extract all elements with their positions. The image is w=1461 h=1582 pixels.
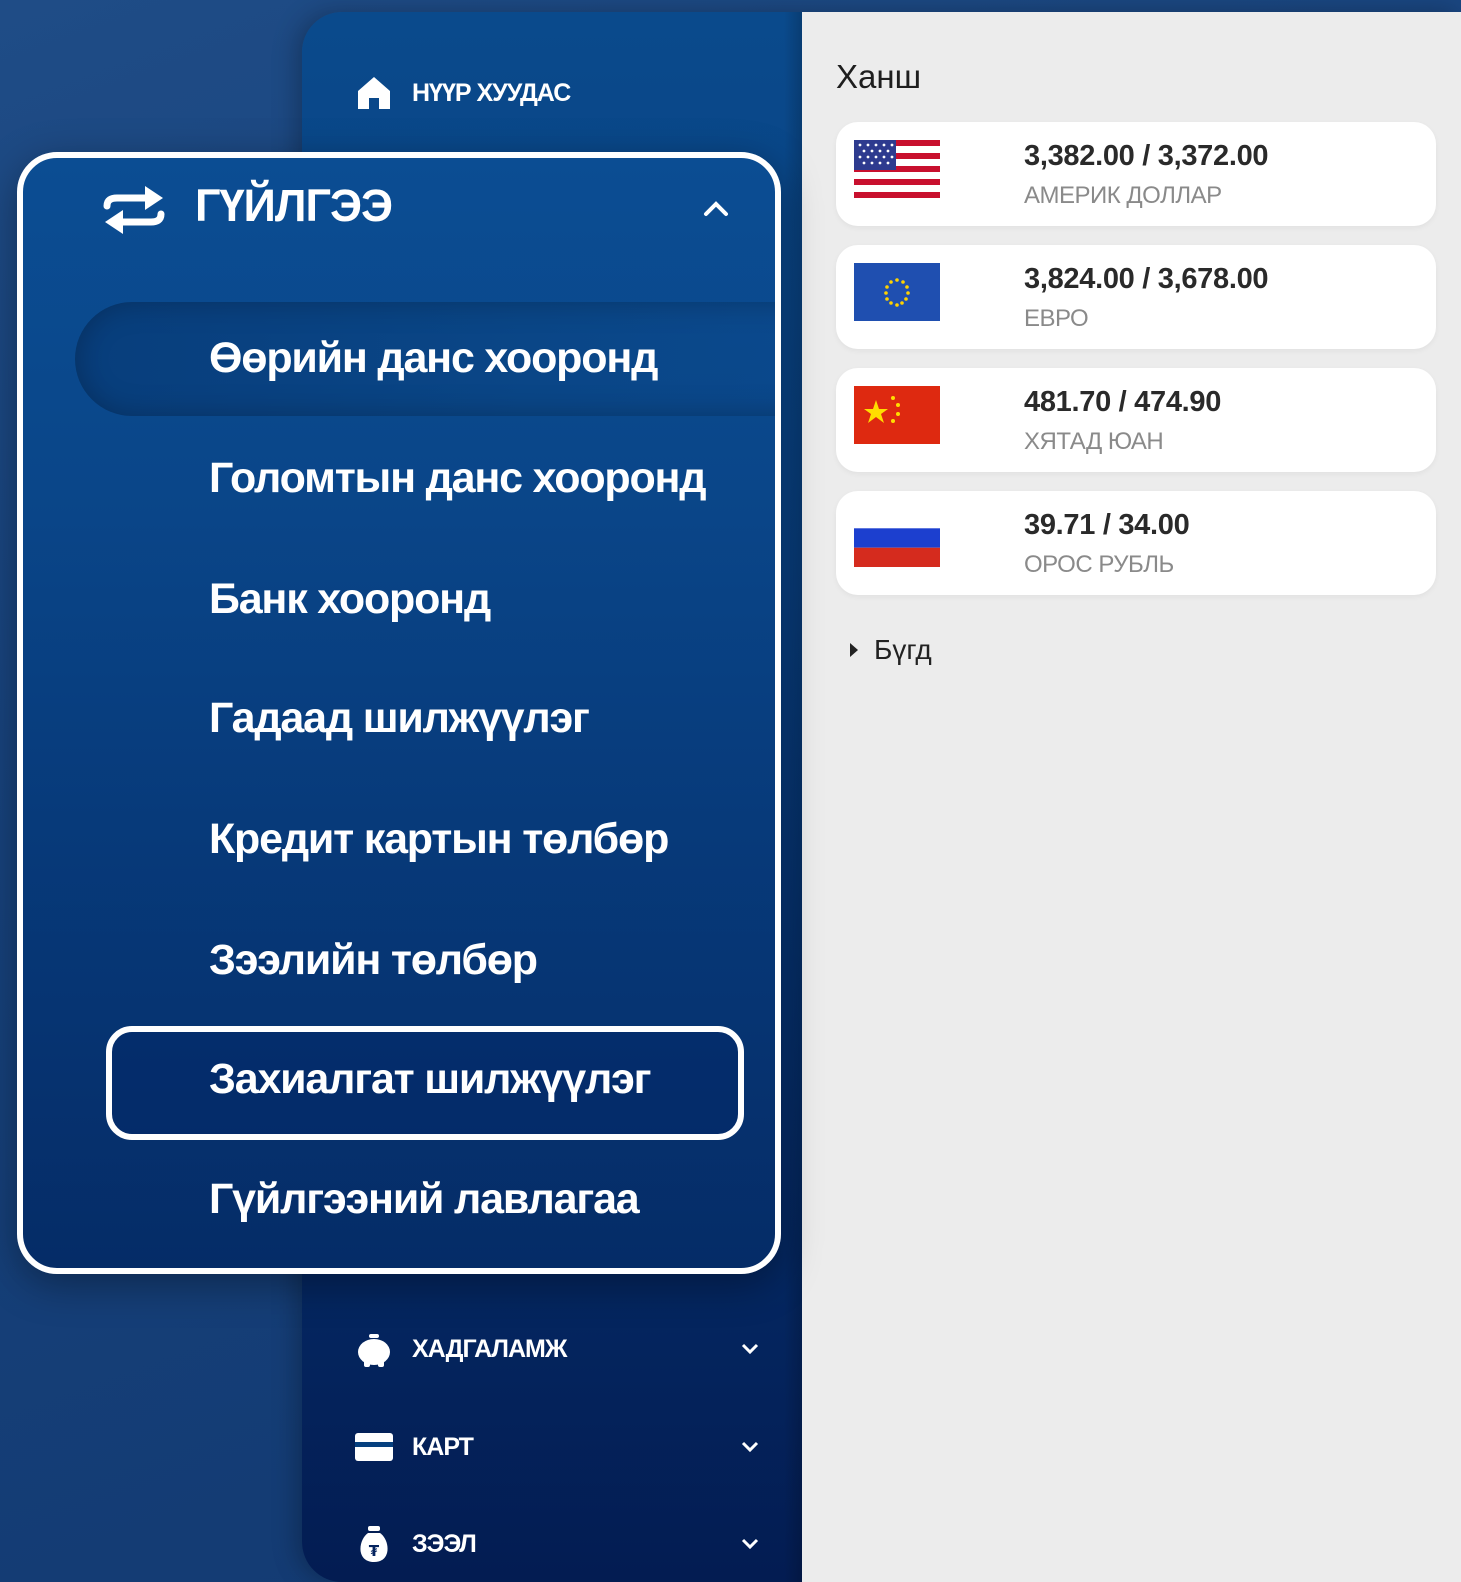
- rates-title: Ханш: [836, 58, 922, 95]
- us-flag-icon: [854, 140, 940, 198]
- currency-name: ОРОС РУБЛЬ: [1024, 551, 1174, 578]
- menu-item-foreign-transfer[interactable]: Гадаад шилжүүлэг: [209, 694, 590, 743]
- transactions-menu-zoom: ГҮЙЛГЭЭ Өөрийн данс хооронд Голомтын дан…: [17, 152, 781, 1274]
- eu-flag-icon: [854, 263, 940, 321]
- russia-flag-icon: [854, 509, 940, 567]
- sidebar-item-label: НҮҮР ХУУДАС: [412, 78, 571, 107]
- svg-text:₮: ₮: [369, 1542, 380, 1560]
- caret-right-icon: [850, 643, 858, 657]
- money-bag-icon: ₮: [354, 1524, 394, 1564]
- menu-item-golomt-accounts[interactable]: Голомтын данс хооронд: [209, 454, 707, 503]
- card-icon: [354, 1427, 394, 1467]
- transactions-menu-header[interactable]: ГҮЙЛГЭЭ: [23, 158, 775, 268]
- menu-item-loan-payment[interactable]: Зээлийн төлбөр: [209, 936, 538, 985]
- chevron-down-icon[interactable]: [736, 1433, 764, 1461]
- menu-item-credit-card-payment[interactable]: Кредит картын төлбөр: [209, 815, 669, 864]
- currency-name: АМЕРИК ДОЛЛАР: [1024, 182, 1222, 209]
- currency-name: ЕВРО: [1024, 305, 1089, 332]
- menu-item-own-accounts[interactable]: Өөрийн данс хооронд: [209, 334, 658, 383]
- rate-card-cny[interactable]: 481.70 / 474.90 ХЯТАД ЮАН: [836, 368, 1436, 472]
- rate-values: 3,824.00 / 3,678.00: [1024, 263, 1269, 295]
- transactions-menu-title: ГҮЙЛГЭЭ: [195, 180, 393, 231]
- sidebar-item-savings[interactable]: ХАДГАЛАМЖ: [354, 1324, 764, 1374]
- rate-values: 3,382.00 / 3,372.00: [1024, 140, 1269, 172]
- menu-item-transaction-history[interactable]: Гүйлгээний лавлагаа: [209, 1175, 640, 1224]
- sidebar-item-label: КАРТ: [412, 1432, 474, 1461]
- show-all-label: Бүгд: [874, 634, 932, 665]
- sidebar-item-label: ХАДГАЛАМЖ: [412, 1334, 567, 1363]
- chevron-up-icon[interactable]: [699, 192, 733, 226]
- menu-item-interbank[interactable]: Банк хооронд: [209, 575, 491, 624]
- sidebar-item-card[interactable]: КАРТ: [354, 1422, 764, 1472]
- chevron-down-icon[interactable]: [736, 1530, 764, 1558]
- piggy-bank-icon: [354, 1329, 394, 1369]
- transfer-arrows-icon: [103, 186, 165, 234]
- rate-card-eur[interactable]: 3,824.00 / 3,678.00 ЕВРО: [836, 245, 1436, 349]
- rate-card-rub[interactable]: 39.71 / 34.00 ОРОС РУБЛЬ: [836, 491, 1436, 595]
- main-content: Ханш 3,382.00 / 3,372.00 АМЕРИК ДОЛЛАР 3…: [802, 12, 1461, 1582]
- menu-item-scheduled-transfer[interactable]: Захиалгат шилжүүлэг: [209, 1055, 652, 1104]
- chevron-down-icon[interactable]: [736, 1335, 764, 1363]
- china-flag-icon: [854, 386, 940, 444]
- rate-values: 481.70 / 474.90: [1024, 386, 1222, 418]
- sidebar-item-home[interactable]: НҮҮР ХУУДАС: [354, 68, 764, 118]
- show-all-rates-link[interactable]: Бүгд: [848, 634, 932, 666]
- sidebar-item-label: ЗЭЭЛ: [412, 1529, 477, 1558]
- rate-values: 39.71 / 34.00: [1024, 509, 1190, 541]
- sidebar-item-loan[interactable]: ₮ ЗЭЭЛ: [354, 1519, 764, 1569]
- home-icon: [354, 73, 394, 113]
- currency-name: ХЯТАД ЮАН: [1024, 428, 1164, 455]
- rate-card-usd[interactable]: 3,382.00 / 3,372.00 АМЕРИК ДОЛЛАР: [836, 122, 1436, 226]
